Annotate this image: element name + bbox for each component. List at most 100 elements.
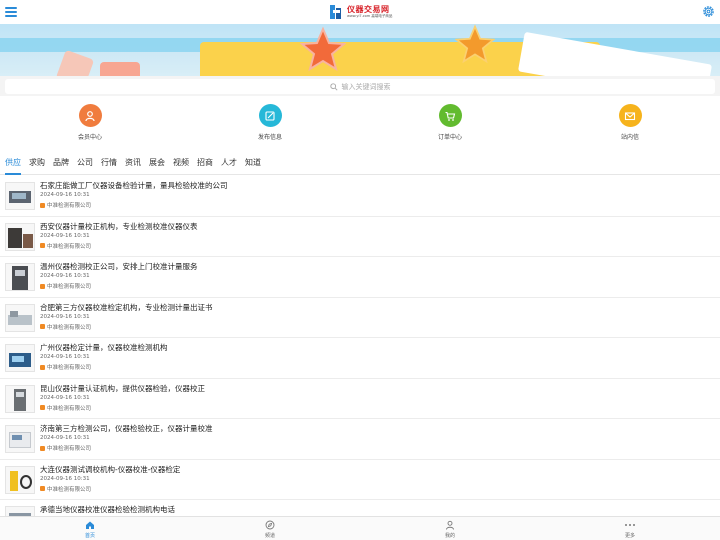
- nav-mine[interactable]: 我的: [360, 517, 540, 540]
- menu-icon[interactable]: [5, 5, 19, 19]
- quick-link-label: 发布信息: [257, 134, 282, 141]
- nav-label: 更多: [624, 533, 635, 539]
- more-icon: [625, 524, 635, 526]
- item-title: 大连仪器测试调校机构-仪器校准-仪器检定: [40, 464, 181, 474]
- item-title: 济南第三方检测公司，仪器检验校正，仪器计量校准: [40, 424, 213, 433]
- item-title: 承德当地仪器校准仪器检验检测机构电话: [40, 505, 175, 514]
- product-thumbnail: [5, 425, 35, 453]
- tab-supply[interactable]: 供应: [5, 151, 21, 175]
- item-date: 2024-09-16 10:31: [40, 313, 90, 320]
- item-date: 2024-09-16 10:31: [40, 435, 90, 441]
- list-item[interactable]: 合肥第三方仪器校准检定机构，专业检测计量出证书 2024-09-16 10:31…: [0, 298, 720, 338]
- search-icon: [329, 82, 338, 91]
- item-title: 石家庄能做工厂仪器设备检验计量，量具检验校准的公司: [40, 181, 228, 190]
- item-date: 2024-09-16 10:31: [40, 273, 90, 279]
- item-company: 中准检测有限公司: [40, 323, 91, 331]
- company-icon: [40, 283, 45, 289]
- quick-link-member-center[interactable]: 会员中心: [0, 98, 180, 148]
- cart-icon: [438, 104, 462, 127]
- item-title: 广州仪器检定计量，仪器校准检测机构: [40, 343, 168, 352]
- product-thumbnail: [5, 222, 35, 251]
- item-date: 2024-09-16 10:31: [40, 232, 90, 239]
- mail-icon: [618, 104, 642, 127]
- list-item[interactable]: 昆山仪器计量认证机构，提供仪器检验，仪器校正 2024-09-16 10:31 …: [0, 379, 720, 419]
- person-icon: [78, 104, 102, 127]
- product-thumbnail: [5, 465, 35, 494]
- tab-talent[interactable]: 人才: [221, 151, 237, 175]
- gear-icon[interactable]: [702, 5, 715, 18]
- product-thumbnail: [5, 182, 35, 210]
- tab-market[interactable]: 行情: [101, 151, 117, 175]
- product-thumbnail: [5, 384, 35, 413]
- edit-icon: [258, 104, 282, 127]
- item-date: 2024-09-16 10:31: [40, 394, 90, 401]
- bottom-nav: 首页 频道 我的 更多: [0, 516, 720, 540]
- item-company: 中准检测有限公司: [40, 282, 91, 290]
- list-item[interactable]: 济南第三方检测公司，仪器检验校正，仪器计量校准 2024-09-16 10:31…: [0, 419, 720, 460]
- quick-link-publish[interactable]: 发布信息: [180, 98, 360, 148]
- tab-video[interactable]: 视频: [173, 151, 189, 175]
- tab-purchase[interactable]: 求购: [29, 151, 45, 175]
- site-logo[interactable]: 仪器交易网 www.yi7.com 高端电子商品: [330, 3, 392, 21]
- company-icon: [40, 486, 45, 491]
- search-input[interactable]: 输入关键词搜索: [5, 79, 715, 94]
- nav-label: 首页: [84, 533, 95, 539]
- item-title: 西安仪器计量校正机构，专业检测校准仪器仪表: [40, 221, 198, 231]
- user-icon: [446, 520, 454, 530]
- nav-channel[interactable]: 频道: [180, 517, 360, 540]
- category-tabs: 供应 求购 品牌 公司 行情 资讯 展会 视频 招商 人才 知道: [0, 151, 720, 175]
- nav-label: 频道: [264, 533, 275, 539]
- tab-news[interactable]: 资讯: [125, 151, 141, 175]
- item-date: 2024-09-16 10:31: [40, 354, 90, 360]
- star-decoration-icon: [455, 24, 495, 64]
- tab-knowledge[interactable]: 知道: [245, 151, 261, 175]
- product-thumbnail: [5, 303, 35, 332]
- app-root: 仪器交易网 www.yi7.com 高端电子商品 输入关键词搜索 会员中心 发布…: [0, 0, 720, 540]
- item-company: 中准检测有限公司: [40, 485, 91, 493]
- quick-link-orders[interactable]: 订单中心: [360, 98, 540, 148]
- list-item[interactable]: 西安仪器计量校正机构，专业检测校准仪器仪表 2024-09-16 10:31 中…: [0, 217, 720, 257]
- company-icon: [40, 202, 45, 208]
- company-icon: [40, 243, 45, 248]
- promo-banner[interactable]: [0, 24, 720, 76]
- list-item[interactable]: 承德当地仪器校准仪器检验检测机构电话: [0, 500, 720, 516]
- quick-links: 会员中心 发布信息 订单中心 站内信: [0, 98, 720, 148]
- nav-home[interactable]: 首页: [0, 517, 180, 540]
- product-thumbnail: [5, 344, 35, 372]
- list-item[interactable]: 温州仪器检测校正公司，安排上门校准计量服务 2024-09-16 10:31 中…: [0, 257, 720, 298]
- item-date: 2024-09-16 10:31: [40, 192, 90, 198]
- quick-link-label: 站内信: [620, 134, 639, 141]
- quick-link-label: 订单中心: [437, 134, 462, 141]
- product-thumbnail: [5, 263, 35, 291]
- search-bar: 输入关键词搜索: [0, 76, 720, 96]
- quick-link-messages[interactable]: 站内信: [540, 98, 720, 148]
- tab-company[interactable]: 公司: [77, 151, 93, 175]
- item-title: 合肥第三方仪器校准检定机构，专业检测计量出证书: [40, 302, 213, 312]
- search-placeholder: 输入关键词搜索: [341, 82, 391, 91]
- compass-icon: [265, 520, 275, 530]
- logo-title: 仪器交易网: [347, 4, 390, 14]
- star-decoration-icon: [300, 26, 346, 72]
- company-icon: [40, 445, 45, 451]
- logo-mark-icon: [330, 5, 341, 19]
- tab-investment[interactable]: 招商: [197, 151, 213, 175]
- list-item[interactable]: 广州仪器检定计量，仪器校准检测机构 2024-09-16 10:31 中准检测有…: [0, 338, 720, 379]
- product-thumbnail: [5, 506, 35, 516]
- tab-brand[interactable]: 品牌: [53, 151, 69, 175]
- list-item[interactable]: 大连仪器测试调校机构-仪器校准-仪器检定 2024-09-16 10:31 中准…: [0, 460, 720, 500]
- item-company: 中准检测有限公司: [40, 242, 91, 250]
- quick-link-label: 会员中心: [77, 134, 102, 141]
- company-icon: [40, 405, 45, 410]
- home-icon: [86, 521, 94, 529]
- item-company: 中准检测有限公司: [40, 444, 91, 452]
- list-item[interactable]: 石家庄能做工厂仪器设备检验计量，量具检验校准的公司 2024-09-16 10:…: [0, 176, 720, 217]
- item-date: 2024-09-16 10:31: [40, 475, 90, 482]
- nav-label: 我的: [444, 533, 455, 539]
- nav-more[interactable]: 更多: [540, 517, 720, 540]
- company-icon: [40, 324, 45, 329]
- item-company: 中准检测有限公司: [40, 201, 91, 209]
- item-title: 温州仪器检测校正公司，安排上门校准计量服务: [40, 262, 198, 271]
- top-bar: 仪器交易网 www.yi7.com 高端电子商品: [0, 0, 720, 24]
- tab-exhibition[interactable]: 展会: [149, 151, 165, 175]
- item-title: 昆山仪器计量认证机构，提供仪器检验，仪器校正: [40, 383, 205, 393]
